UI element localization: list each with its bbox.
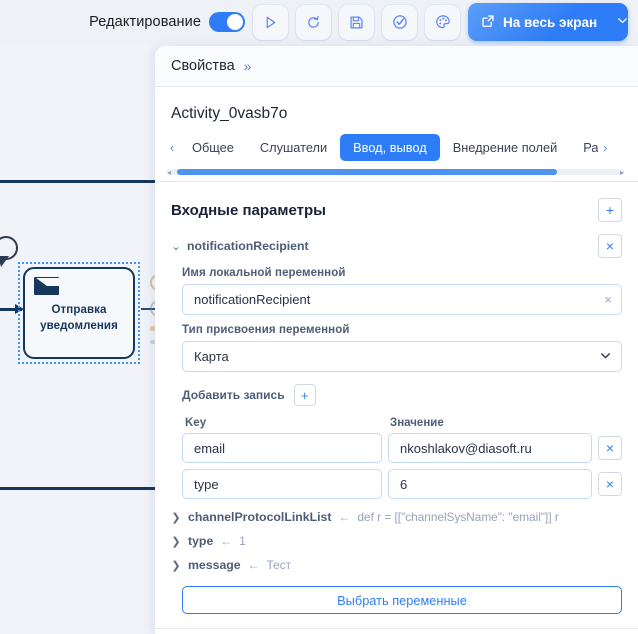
assign-arrow-icon: ← — [220, 534, 233, 548]
param-row-channel-protocol-link-list[interactable]: ❯ channelProtocolLinkList ← def r = [["c… — [155, 505, 638, 529]
param-value-channel-protocol-link-list: def r = [["channelSysName": "email"]] r — [357, 510, 559, 524]
output-params-header: Выходные параметры + — [155, 629, 638, 634]
expand-chevron-icon[interactable]: ❯ — [171, 511, 181, 524]
select-variables-button[interactable]: Выбрать переменные — [182, 586, 622, 614]
add-input-param-button[interactable]: + — [598, 198, 622, 222]
entity-id-label: Activity_0vasb7o — [171, 105, 288, 122]
add-record-row: Добавить запись + — [155, 372, 638, 406]
scroll-right-cap[interactable]: ▸ — [620, 168, 624, 177]
tabs-scrollbar[interactable]: ◂ ▸ — [167, 168, 624, 177]
param-value-type: 1 — [239, 534, 246, 548]
assign-type-label: Тип присвоения переменной — [182, 324, 350, 336]
tabs-row: ‹ Общее Слушатели Ввод, вывод Внедрение … — [155, 131, 638, 164]
kv-key-input[interactable]: type — [182, 469, 382, 499]
add-record-button[interactable]: + — [293, 384, 316, 406]
panel-header: Свойства » — [155, 46, 638, 87]
task-label-line-2: уведомления — [40, 320, 118, 332]
assign-type-field-block: Тип присвоения переменной Карта — [155, 315, 638, 372]
kv-row: email nkoshlakov@diasoft.ru × — [155, 433, 638, 469]
remove-kv-row-button[interactable]: × — [598, 436, 622, 460]
param-row-notification-recipient: ⌄ notificationRecipient × — [155, 232, 638, 258]
kv-value-value: nkoshlakov@diasoft.ru — [400, 440, 532, 456]
fullscreen-label: На весь экран — [503, 14, 598, 30]
collapse-chevron-icon[interactable]: ⌄ — [171, 240, 181, 253]
palette-icon — [435, 14, 451, 30]
run-icon — [263, 15, 278, 30]
kv-value-input[interactable]: 6 — [388, 469, 592, 499]
kv-table-header: Key Значение — [155, 406, 638, 433]
assign-arrow-icon: ← — [338, 510, 351, 524]
assign-type-value: Карта — [194, 349, 229, 364]
scroll-left-cap[interactable]: ◂ — [167, 168, 171, 177]
refresh-button[interactable] — [296, 4, 331, 40]
assign-arrow-icon: ← — [247, 558, 260, 572]
annotation-marker-icon — [0, 236, 18, 267]
input-params-title: Входные параметры — [171, 201, 326, 219]
run-button[interactable] — [253, 4, 288, 40]
app-root: Редактирование На весь экран Отправка ув… — [0, 0, 638, 634]
bpmn-canvas[interactable]: Отправка уведомления — [0, 44, 175, 634]
remove-param-button[interactable]: × — [598, 234, 622, 258]
kv-value-value: 6 — [400, 476, 408, 492]
remove-kv-row-button[interactable]: × — [598, 472, 622, 496]
edit-mode-toggle[interactable] — [209, 12, 245, 32]
local-var-label: Имя локальной переменной — [182, 267, 346, 279]
lane-divider-bottom — [0, 487, 160, 490]
assign-type-select[interactable]: Карта — [182, 341, 622, 372]
kv-row: type 6 × — [155, 469, 638, 505]
save-button[interactable] — [339, 4, 374, 40]
tab-general[interactable]: Общее — [179, 134, 247, 161]
envelope-icon — [34, 277, 78, 295]
local-var-field-block: Имя локальной переменной notificationRec… — [155, 258, 638, 315]
panel-body: Входные параметры + ⌄ notificationRecipi… — [155, 182, 638, 634]
param-value-message: Тест — [266, 558, 292, 572]
kv-key-input[interactable]: email — [182, 433, 382, 463]
tab-field-injection[interactable]: Внедрение полей — [440, 134, 571, 161]
lane-divider-top — [0, 180, 160, 183]
tab-input-output[interactable]: Ввод, вывод — [340, 134, 440, 161]
external-link-icon — [481, 14, 495, 31]
clear-icon[interactable]: × — [598, 292, 612, 307]
local-var-input[interactable]: notificationRecipient × — [182, 284, 622, 315]
palette-button[interactable] — [425, 4, 460, 40]
tab-strip: ‹ Общее Слушатели Ввод, вывод Внедрение … — [155, 131, 638, 182]
collapse-panel-icon[interactable]: » — [244, 58, 252, 74]
tab-listeners[interactable]: Слушатели — [247, 134, 340, 161]
local-var-value: notificationRecipient — [194, 292, 311, 307]
add-record-label: Добавить запись — [182, 388, 285, 402]
edit-mode-label: Редактирование — [89, 14, 201, 30]
tab-extensions[interactable]: Рас — [570, 134, 598, 161]
kv-header-key: Key — [185, 417, 207, 429]
bpmn-task-send-notification[interactable]: Отправка уведомления — [23, 267, 135, 359]
kv-header-value: Значение — [390, 417, 444, 429]
chevron-down-icon[interactable] — [606, 14, 627, 30]
bpmn-task-selected[interactable]: Отправка уведомления — [18, 262, 140, 364]
input-params-header: Входные параметры + — [155, 182, 638, 232]
kv-key-value: type — [194, 476, 219, 492]
chevron-down-icon[interactable] — [599, 349, 612, 365]
top-toolbar: Редактирование На весь экран — [0, 0, 638, 44]
expand-chevron-icon[interactable]: ❯ — [171, 535, 181, 548]
param-row-type[interactable]: ❯ type ← 1 — [155, 529, 638, 553]
expand-chevron-icon[interactable]: ❯ — [171, 559, 181, 572]
tabs-scrollbar-thumb[interactable] — [177, 169, 557, 175]
check-circle-icon — [392, 14, 408, 30]
fullscreen-button[interactable]: На весь экран — [468, 3, 628, 41]
param-name-message: message — [188, 558, 241, 572]
properties-panel: Свойства » Activity_0vasb7o ‹ Общее Слуш… — [155, 46, 638, 634]
refresh-icon — [306, 15, 321, 30]
bpmn-task-label: Отправка уведомления — [40, 291, 118, 334]
task-label-line-1: Отправка — [51, 304, 107, 317]
save-icon — [349, 15, 364, 30]
param-row-message[interactable]: ❯ message ← Тест — [155, 553, 638, 577]
tabs-next-arrow[interactable]: › — [598, 140, 612, 155]
tabs-prev-arrow[interactable]: ‹ — [165, 140, 179, 155]
kv-value-input[interactable]: nkoshlakov@diasoft.ru — [388, 433, 592, 463]
param-name-notification-recipient: notificationRecipient — [187, 239, 309, 253]
validate-button[interactable] — [382, 4, 417, 40]
param-name-type: type — [188, 534, 214, 548]
param-name-channel-protocol-link-list: channelProtocolLinkList — [188, 510, 332, 524]
panel-title: Свойства — [171, 58, 235, 74]
kv-key-value: email — [194, 440, 226, 456]
